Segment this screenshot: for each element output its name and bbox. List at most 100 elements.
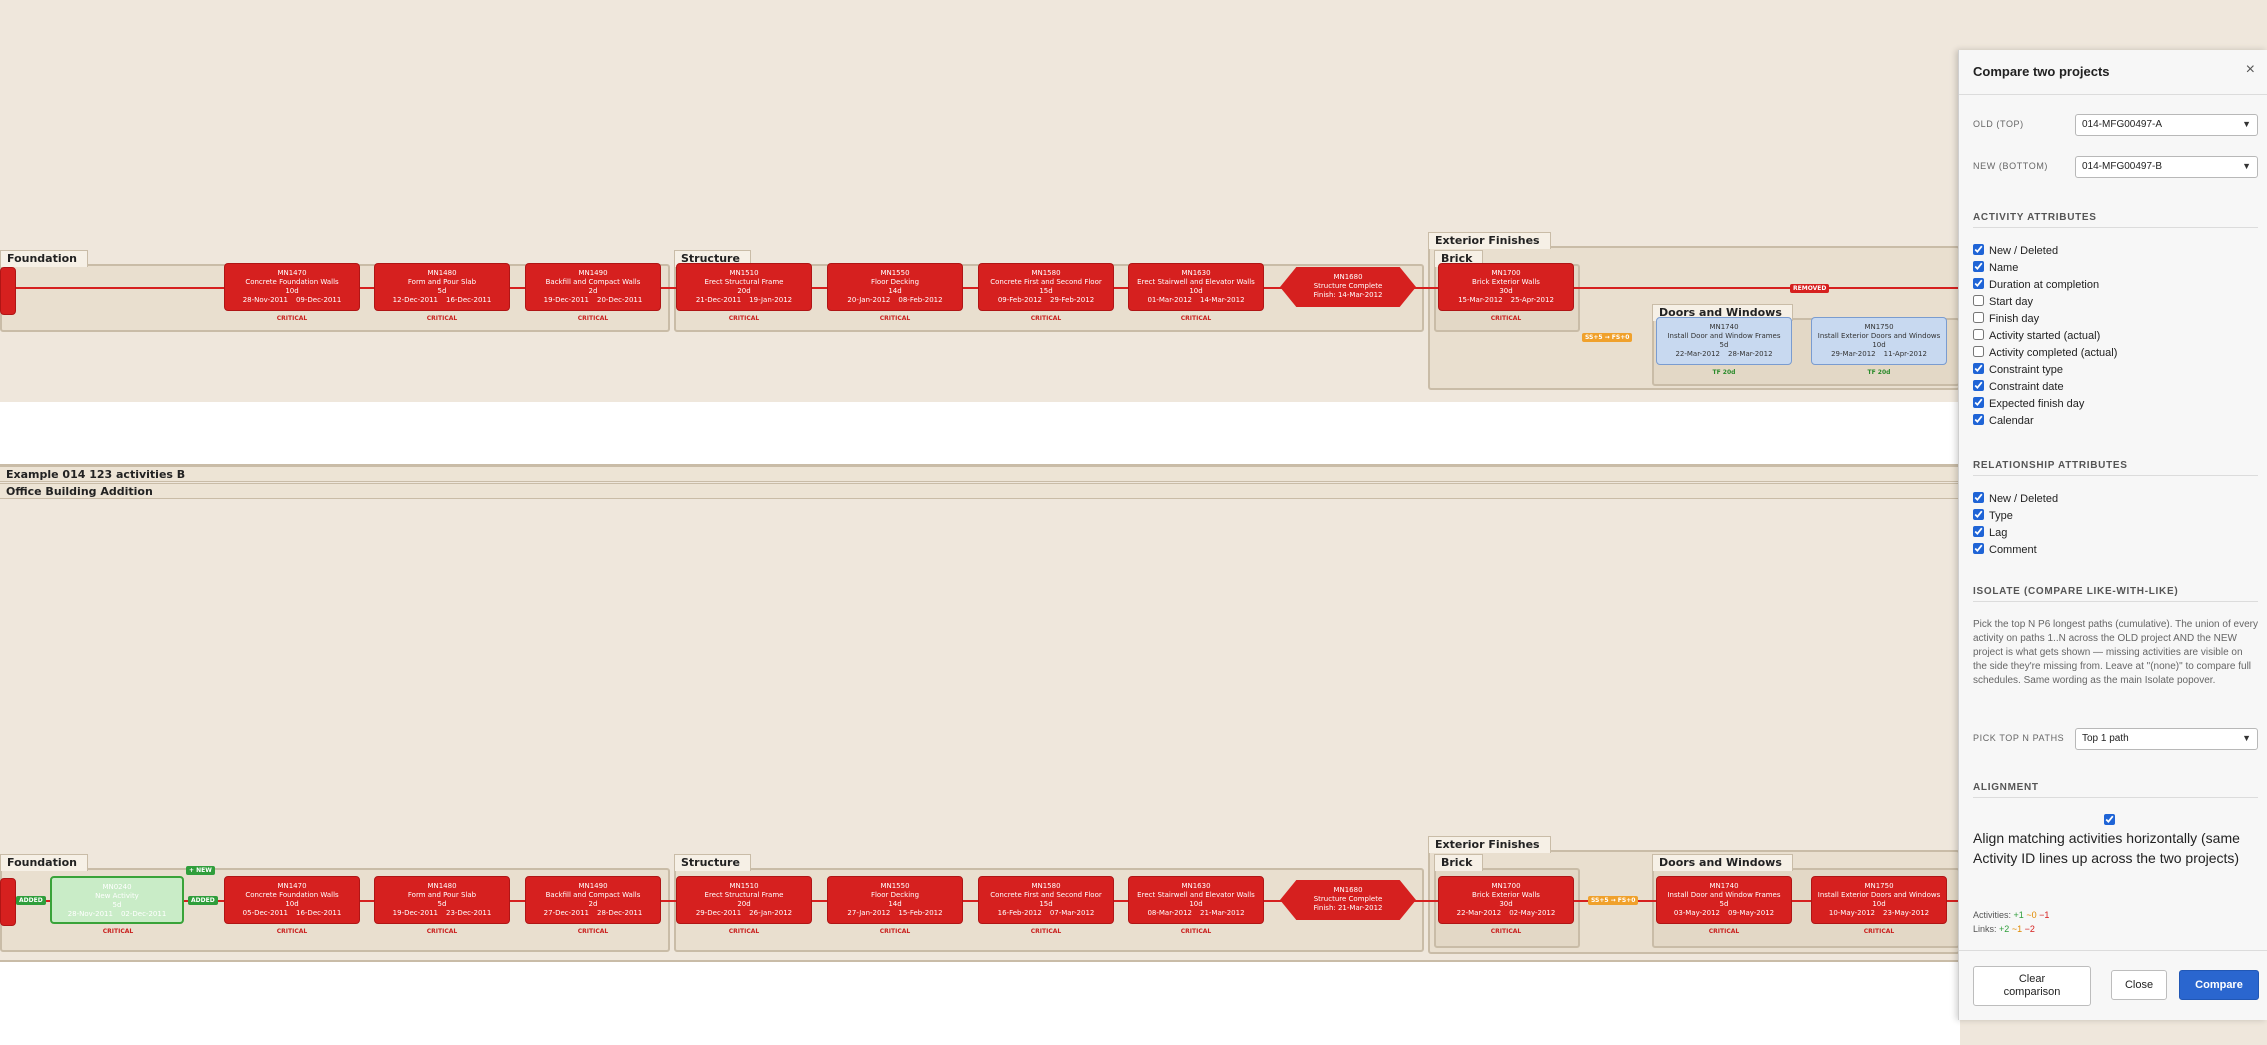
compare-button[interactable]: Compare bbox=[2179, 970, 2259, 1000]
activity-mn1510[interactable]: MN1510 Erect Structural Frame 20d 29-Dec-20… bbox=[676, 876, 812, 924]
new-badge: + NEW bbox=[186, 866, 215, 875]
isolate-description: Pick the top N P6 longest paths (cumulat… bbox=[1973, 619, 2258, 686]
checkbox-row[interactable]: Expected finish day bbox=[1973, 397, 2084, 412]
pane-divider bbox=[0, 402, 1960, 464]
checkbox-row[interactable]: Lag bbox=[1973, 526, 2007, 541]
checkbox-row[interactable]: Duration at completion bbox=[1973, 278, 2099, 293]
critical-label: CRITICAL bbox=[1030, 315, 1062, 322]
attribute-checkbox[interactable] bbox=[1973, 363, 1984, 374]
checkbox-row[interactable]: Start day bbox=[1973, 295, 2033, 310]
close-button[interactable]: Close bbox=[2111, 970, 2167, 1000]
attribute-checkbox[interactable] bbox=[1973, 278, 1984, 289]
attribute-label: Finish day bbox=[1989, 313, 2040, 325]
attribute-label: Lag bbox=[1989, 527, 2008, 539]
milestone-structure-complete[interactable]: MN1680 Structure Complete Finish: 14-Mar-2… bbox=[1280, 267, 1416, 307]
activity-mn1750[interactable]: MN1750 Install Exterior Doors and Windows… bbox=[1811, 876, 1947, 924]
topn-select[interactable]: Top 1 path ▼ bbox=[2075, 728, 2258, 750]
attribute-checkbox[interactable] bbox=[1973, 414, 1984, 425]
align-checkbox[interactable] bbox=[2104, 814, 2115, 825]
group-title: Exterior Finishes bbox=[1428, 836, 1551, 853]
activity-mn1550[interactable]: MN1550 Floor Decking 14d 27-Jan-2012 15-Feb-… bbox=[827, 876, 963, 924]
critical-label: CRITICAL bbox=[879, 928, 911, 935]
critical-label: CRITICAL bbox=[102, 928, 134, 935]
activity-mn1470[interactable]: MN1470 Concrete Foundation Walls 10d 05-Dec… bbox=[224, 876, 360, 924]
attribute-label: Calendar bbox=[1989, 415, 2034, 427]
new-project-select[interactable]: 014-MFG00497-B ▼ bbox=[2075, 156, 2258, 178]
activity-mn1550[interactable]: MN1550 Floor Decking 14d 20-Jan-2012 08-Feb-… bbox=[827, 263, 963, 311]
chevron-down-icon: ▼ bbox=[2242, 733, 2251, 743]
project-label: Example 014 123 activities B bbox=[0, 466, 1960, 482]
activities-summary: Activities: +1 ~0 −1 bbox=[1973, 910, 2050, 920]
attribute-checkbox[interactable] bbox=[1973, 312, 1984, 323]
activity-mn1630[interactable]: MN1630 Erect Stairwell and Elevator Walls… bbox=[1128, 263, 1264, 311]
activity-mn1470[interactable]: MN1470 Concrete Foundation Walls 10d 28-Nov… bbox=[224, 263, 360, 311]
checkbox-row[interactable]: New / Deleted bbox=[1973, 244, 2058, 259]
activity-mn1700[interactable]: MN1700 Brick Exterior Walls 30d 15-Mar-2012… bbox=[1438, 263, 1574, 311]
attribute-checkbox[interactable] bbox=[1973, 526, 1984, 537]
attribute-checkbox[interactable] bbox=[1973, 492, 1984, 503]
checkbox-row[interactable]: Finish day bbox=[1973, 312, 2039, 327]
link-change-badge: SS+5 → FS+0 bbox=[1588, 896, 1639, 905]
attribute-checkbox[interactable] bbox=[1973, 543, 1984, 554]
attribute-checkbox[interactable] bbox=[1973, 329, 1984, 340]
attribute-checkbox[interactable] bbox=[1973, 261, 1984, 272]
activity-mn1580[interactable]: MN1580 Concrete First and Second Floor 15d… bbox=[978, 263, 1114, 311]
close-icon[interactable]: × bbox=[2246, 61, 2255, 79]
compare-panel: Compare two projects × OLD (TOP) 014-MFG… bbox=[1958, 50, 2267, 1020]
canvas-bottom bbox=[0, 960, 1960, 1045]
critical-label: CRITICAL bbox=[426, 928, 458, 935]
activity-mn1630[interactable]: MN1630 Erect Stairwell and Elevator Walls… bbox=[1128, 876, 1264, 924]
critical-label: CRITICAL bbox=[276, 315, 308, 322]
attribute-label: Constraint date bbox=[1989, 381, 2064, 393]
attribute-label: New / Deleted bbox=[1989, 245, 2059, 257]
old-project-select[interactable]: 014-MFG00497-A ▼ bbox=[2075, 114, 2258, 136]
activity-new[interactable]: MN0240 New Activity 5d 28-Nov-2011 02-Dec… bbox=[50, 876, 184, 924]
activity-mn1480[interactable]: MN1480 Form and Pour Slab 5d 19-Dec-2011 23-… bbox=[374, 876, 510, 924]
activity-mn1490[interactable]: MN1490 Backfill and Compact Walls 2d 19-Dec… bbox=[525, 263, 661, 311]
critical-label: CRITICAL bbox=[728, 928, 760, 935]
activity-mn1740[interactable]: MN1740 Install Door and Window Frames 5d 22… bbox=[1656, 317, 1792, 365]
activity-partial[interactable] bbox=[0, 267, 16, 315]
checkbox-row[interactable]: Constraint date bbox=[1973, 380, 2064, 395]
removed-badge: REMOVED bbox=[1790, 284, 1830, 293]
critical-label: CRITICAL bbox=[577, 315, 609, 322]
activity-mn1490[interactable]: MN1490 Backfill and Compact Walls 2d 27-Dec… bbox=[525, 876, 661, 924]
checkbox-row[interactable]: Calendar bbox=[1973, 414, 2034, 429]
activity-mn1580[interactable]: MN1580 Concrete First and Second Floor 15d… bbox=[978, 876, 1114, 924]
footer-divider bbox=[1959, 950, 2267, 951]
new-project-label: NEW (BOTTOM) bbox=[1973, 161, 2049, 171]
activity-mn1700[interactable]: MN1700 Brick Exterior Walls 30d 22-Mar-2012… bbox=[1438, 876, 1574, 924]
checkbox-row[interactable]: Name bbox=[1973, 261, 2018, 276]
activity-mn1480[interactable]: MN1480 Form and Pour Slab 5d 12-Dec-2011 16-… bbox=[374, 263, 510, 311]
attribute-checkbox[interactable] bbox=[1973, 380, 1984, 391]
checkbox-row[interactable]: Type bbox=[1973, 509, 2013, 524]
alignment-heading: ALIGNMENT bbox=[1973, 782, 2258, 798]
attribute-checkbox[interactable] bbox=[1973, 509, 1984, 520]
checkbox-row[interactable]: Activity started (actual) bbox=[1973, 329, 2100, 344]
clear-comparison-button[interactable]: Clear comparison bbox=[1973, 966, 2091, 1006]
attribute-checkbox[interactable] bbox=[1973, 244, 1984, 255]
critical-label: CRITICAL bbox=[426, 315, 458, 322]
old-project-row: OLD (TOP) 014-MFG00497-A ▼ bbox=[1973, 114, 2258, 136]
links-summary: Links: +2 ~1 −2 bbox=[1973, 924, 2035, 934]
activity-partial[interactable] bbox=[0, 878, 16, 926]
critical-label: CRITICAL bbox=[1708, 928, 1740, 935]
link-change-badge: SS+5 → FS+0 bbox=[1582, 333, 1633, 342]
milestone-structure-complete[interactable]: MN1680 Structure Complete Finish: 21-Mar-2… bbox=[1280, 880, 1416, 920]
checkbox-row[interactable]: New / Deleted bbox=[1973, 492, 2058, 507]
checkbox-row[interactable]: Activity completed (actual) bbox=[1973, 346, 2117, 361]
attribute-checkbox[interactable] bbox=[1973, 397, 1984, 408]
attribute-checkbox[interactable] bbox=[1973, 295, 1984, 306]
attribute-label: Duration at completion bbox=[1989, 279, 2100, 291]
activity-mn1750[interactable]: MN1750 Install Exterior Doors and Windows… bbox=[1811, 317, 1947, 365]
group-title: Brick bbox=[1434, 854, 1484, 871]
activity-mn1510[interactable]: MN1510 Erect Structural Frame 20d 21-Dec-20… bbox=[676, 263, 812, 311]
float-label: TF 20d bbox=[1867, 369, 1891, 376]
critical-label: CRITICAL bbox=[879, 315, 911, 322]
topn-label: PICK TOP N PATHS bbox=[1973, 733, 2065, 743]
critical-label: CRITICAL bbox=[1863, 928, 1895, 935]
attribute-checkbox[interactable] bbox=[1973, 346, 1984, 357]
checkbox-row[interactable]: Constraint type bbox=[1973, 363, 2063, 378]
checkbox-row[interactable]: Comment bbox=[1973, 543, 2037, 558]
activity-mn1740[interactable]: MN1740 Install Door and Window Frames 5d 03… bbox=[1656, 876, 1792, 924]
